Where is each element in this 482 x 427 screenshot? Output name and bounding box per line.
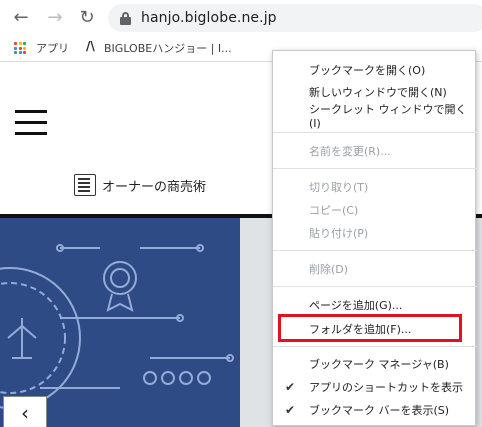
menu-item-bookmark-manager[interactable]: ブックマーク マネージャ(B) (273, 353, 477, 375)
menu-separator (273, 286, 477, 287)
menu-item-open-incognito[interactable]: シークレット ウィンドウで開く(I) (273, 103, 477, 130)
menu-item-show-bookmark-bar[interactable]: ✔ ブックマーク バーを表示(S) (273, 399, 477, 421)
arrow-right-icon: → (47, 6, 63, 28)
menu-item-open-bookmark[interactable]: ブックマークを開く(O) (273, 59, 477, 81)
checkmark-icon: ✔ (285, 380, 296, 394)
bookmark-context-menu: ブックマークを開く(O) 新しいウィンドウで開く(N) シークレット ウィンドウ… (272, 50, 477, 426)
lock-icon (120, 11, 131, 25)
reload-icon: ↻ (79, 6, 95, 28)
menu-item-copy[interactable]: コピー(C) (273, 199, 477, 221)
carousel-prev-button[interactable]: ‹ (3, 396, 47, 427)
nav-owner-link[interactable]: オーナーの商売術 (74, 174, 206, 196)
menu-separator (273, 168, 477, 169)
arrow-left-icon: ← (13, 6, 29, 28)
address-bar[interactable]: hanjo.biglobe.ne.jp (108, 4, 482, 32)
forward-button[interactable]: → (40, 2, 70, 32)
menu-separator (273, 132, 477, 133)
apps-grid-icon[interactable] (14, 42, 26, 54)
checkmark-icon: ✔ (285, 403, 296, 417)
bookmark-apps[interactable]: アプリ (36, 40, 69, 56)
menu-item-cut[interactable]: 切り取り(T) (273, 176, 477, 198)
highlight-annotation-box (278, 314, 462, 342)
cash-register-icon (74, 174, 96, 196)
menu-separator (273, 346, 477, 347)
menu-item-paste[interactable]: 貼り付け(P) (273, 222, 477, 244)
hamburger-menu-icon[interactable] (15, 110, 47, 138)
menu-item-rename[interactable]: 名前を変更(R)... (273, 140, 477, 162)
browser-toolbar: ← → ↻ hanjo.biglobe.ne.jp (0, 0, 482, 34)
menu-separator (273, 250, 477, 251)
biglobe-logo-icon: /\ (86, 39, 95, 53)
nav-owner-label: オーナーの商売術 (102, 179, 207, 195)
menu-item-delete[interactable]: 削除(D) (273, 258, 477, 280)
reload-button[interactable]: ↻ (72, 2, 102, 32)
menu-item-show-apps-shortcut[interactable]: ✔ アプリのショートカットを表示 (273, 376, 477, 398)
url-text: hanjo.biglobe.ne.jp (141, 10, 277, 26)
back-button[interactable]: ← (6, 2, 36, 32)
bookmark-biglobe[interactable]: BIGLOBEハンジョー | I... (104, 40, 232, 56)
menu-item-add-page[interactable]: ページを追加(G)... (273, 294, 477, 316)
chevron-left-icon: ‹ (21, 401, 29, 425)
